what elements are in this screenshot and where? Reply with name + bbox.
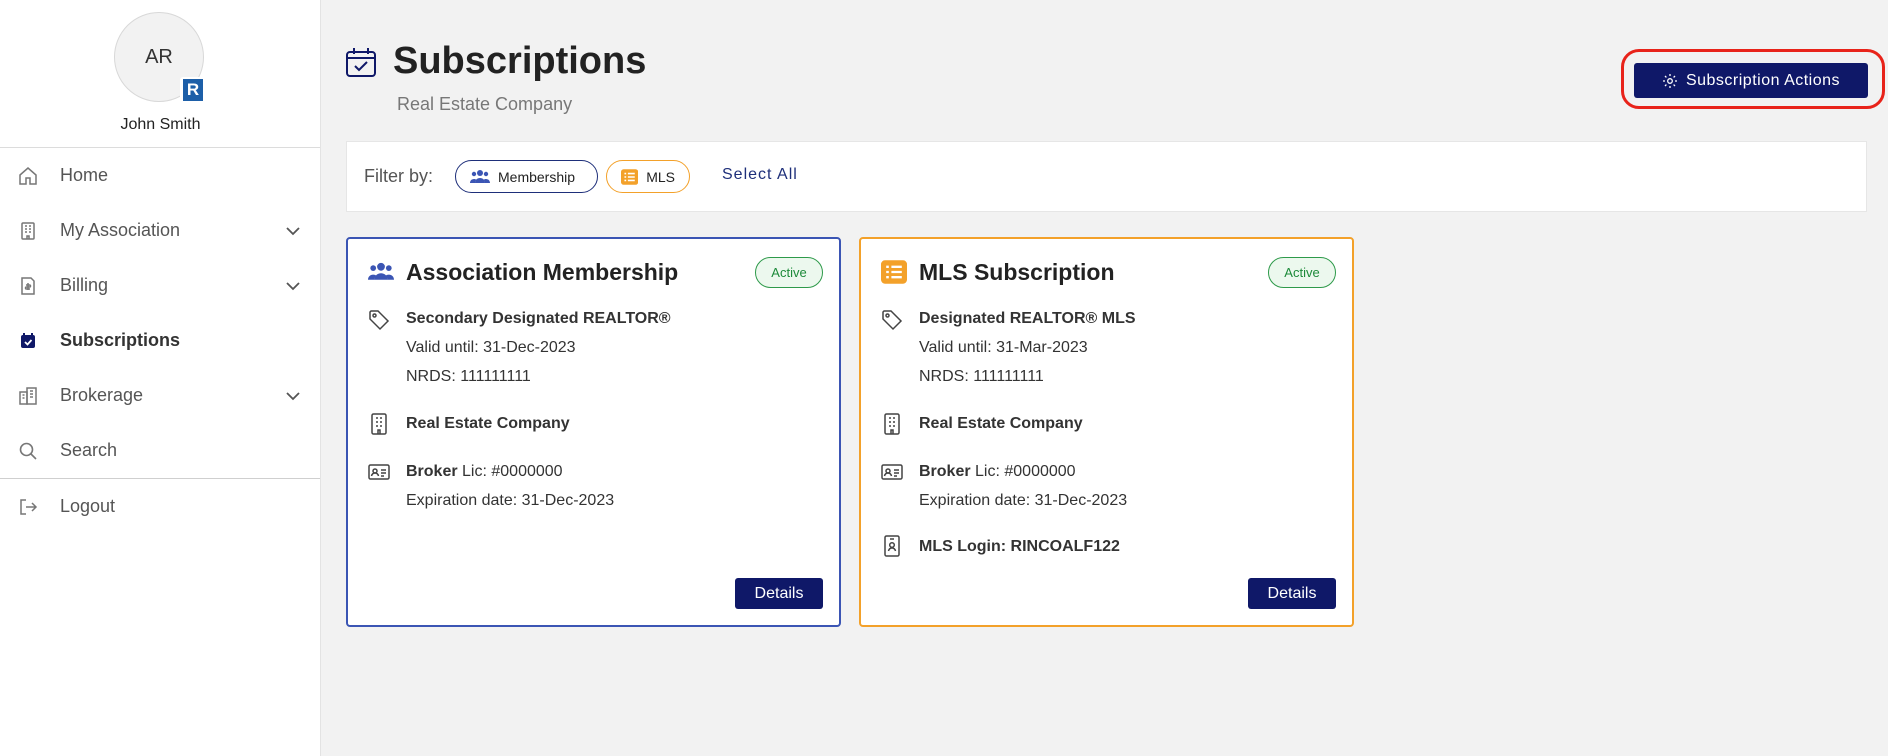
select-all-link[interactable]: Select All [722, 166, 798, 184]
chevron-down-icon[interactable] [284, 387, 302, 405]
building-icon [884, 413, 900, 435]
sidebar-item-label: Home [60, 165, 109, 185]
tag-icon [369, 310, 390, 331]
sidebar-item-label: Brokerage [60, 385, 144, 405]
company-name: Real Estate Company [406, 415, 570, 432]
mls-subscription-card: MLS Subscription Active Designated REALT… [859, 237, 1354, 627]
details-button[interactable]: Details [1248, 578, 1336, 609]
chevron-down-icon[interactable] [284, 222, 302, 240]
expiration-date: Expiration date: 31-Dec-2023 [406, 492, 615, 509]
mls-login: MLS Login: RINCOALF122 [919, 538, 1120, 555]
filter-chip-label: MLS [646, 168, 675, 185]
sidebar: AR R John Smith Home My Association Bill… [0, 0, 321, 756]
filter-bar: Filter by: Membership MLS Select All [346, 141, 1867, 212]
status-badge: Active [1268, 257, 1336, 288]
license-info: Broker Lic: #0000000 [406, 463, 563, 480]
status-badge: Active [755, 257, 823, 288]
nrds-number: NRDS: 111111111 [406, 368, 531, 385]
realtor-logo: R [180, 77, 206, 103]
license-info: Broker Lic: #0000000 [919, 463, 1076, 480]
invoice-icon [21, 277, 35, 295]
id-card-icon [881, 464, 903, 480]
sidebar-item-label: Billing [60, 275, 109, 295]
designation: Designated REALTOR® MLS [919, 310, 1136, 327]
valid-until: Valid until: 31-Mar-2023 [919, 339, 1088, 356]
users-icon [368, 262, 394, 280]
sidebar-item-search[interactable]: Search [0, 423, 320, 478]
profile-name: John Smith [120, 116, 201, 133]
list-icon [881, 260, 907, 284]
tag-icon [882, 310, 903, 331]
sidebar-item-brokerage[interactable]: Brokerage [0, 368, 320, 423]
designation: Secondary Designated REALTOR® [406, 310, 671, 327]
users-icon [470, 169, 490, 183]
calendar-check-icon [346, 48, 376, 77]
nrds-number: NRDS: 111111111 [919, 368, 1044, 385]
search-icon [19, 442, 37, 460]
company-name: Real Estate Company [919, 415, 1083, 432]
card-title: Association Membership [406, 259, 679, 285]
subscription-actions-label: Subscription Actions [1685, 71, 1841, 89]
sidebar-item-logout[interactable]: Logout [0, 479, 320, 534]
subscription-actions-button[interactable]: Subscription Actions [1634, 63, 1868, 98]
card-title: MLS Subscription [919, 259, 1115, 285]
logout-icon [20, 499, 38, 515]
sidebar-item-home[interactable]: Home [0, 148, 320, 203]
page-title: Subscriptions [393, 40, 647, 82]
home-icon [19, 167, 37, 185]
chevron-down-icon[interactable] [284, 277, 302, 295]
expiration-date: Expiration date: 31-Dec-2023 [919, 492, 1128, 509]
sidebar-item-label: Search [60, 440, 118, 460]
association-membership-card: Association Membership Active Secondary … [346, 237, 841, 627]
profile-section: AR R John Smith [0, 0, 320, 148]
id-card-icon [368, 464, 390, 480]
sidebar-item-association[interactable]: My Association [0, 203, 320, 258]
sidebar-item-billing[interactable]: Billing [0, 258, 320, 313]
office-icon [19, 387, 37, 405]
page-subtitle: Real Estate Company [397, 94, 573, 114]
filter-chip-mls[interactable]: MLS [606, 160, 690, 193]
avatar-initials: AR [145, 45, 173, 68]
sidebar-item-subscriptions[interactable]: Subscriptions [0, 313, 320, 368]
filter-chip-membership[interactable]: Membership [455, 160, 598, 193]
valid-until: Valid until: 31-Dec-2023 [406, 339, 576, 356]
filter-label: Filter by: [364, 166, 434, 186]
sidebar-nav: Home My Association Billing Subscription… [0, 148, 320, 534]
details-button[interactable]: Details [735, 578, 823, 609]
gear-icon [1662, 73, 1677, 88]
calendar-check-icon [21, 333, 35, 348]
building-icon [21, 222, 35, 240]
sidebar-item-label: Subscriptions [60, 330, 181, 350]
filter-chip-label: Membership [498, 168, 576, 185]
sidebar-item-label: My Association [60, 220, 181, 240]
sidebar-item-label: Logout [60, 496, 116, 516]
list-icon [621, 168, 639, 185]
badge-icon [884, 535, 900, 557]
building-icon [371, 413, 387, 435]
